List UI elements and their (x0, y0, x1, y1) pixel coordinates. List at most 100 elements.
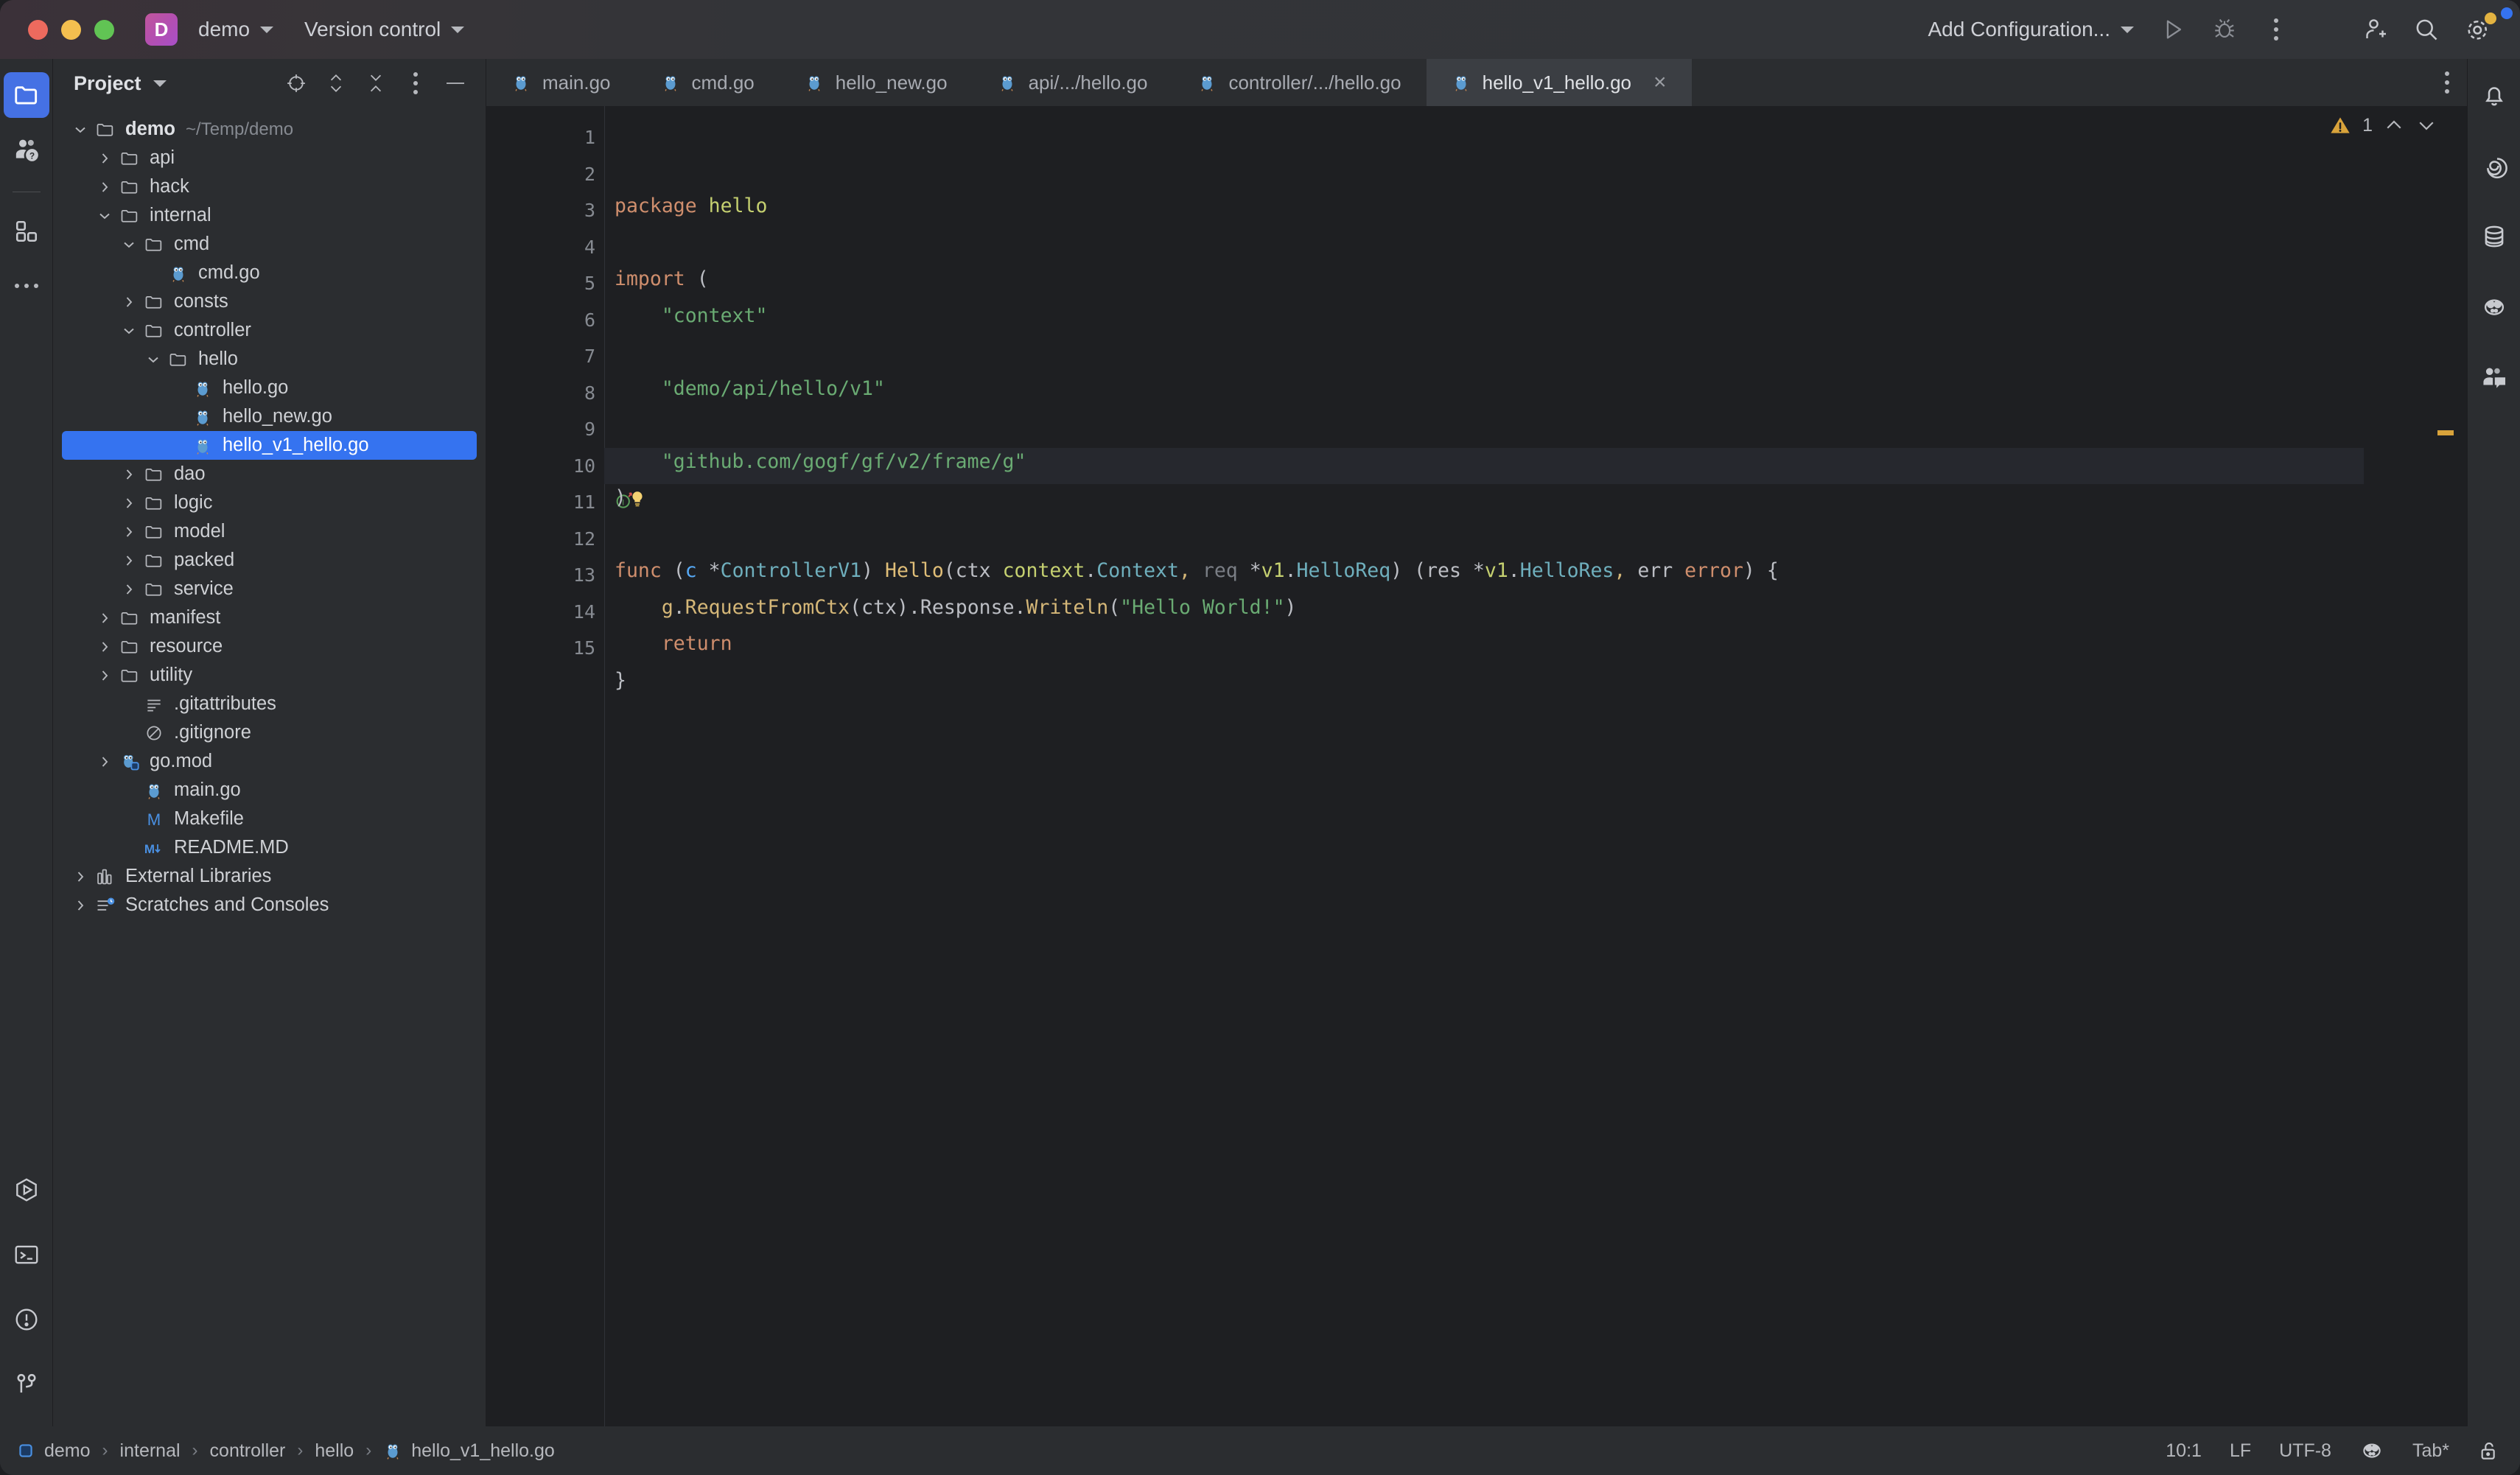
breadcrumb-item-internal[interactable]: internal (120, 1440, 181, 1462)
sidebar-item-more[interactable] (4, 263, 49, 309)
maximize-window-button[interactable] (94, 19, 114, 40)
tree-item-hello-new-go[interactable]: hello_new.go (53, 402, 486, 431)
window-controls[interactable] (28, 19, 114, 40)
breadcrumb[interactable]: demo › internal › controller › hello › hello_v1_… (16, 1440, 555, 1462)
tree-item-resource[interactable]: resource (53, 632, 486, 661)
chevron-right-icon[interactable] (68, 869, 93, 884)
code-line[interactable]: g.RequestFromCtx(ctx).Response.Writeln("… (604, 589, 2364, 626)
sidebar-item-run[interactable] (4, 1167, 49, 1213)
chevron-right-icon[interactable] (92, 640, 117, 654)
line-number[interactable]: 5 (486, 265, 604, 302)
tree-item-service[interactable]: service (53, 575, 486, 603)
code-content[interactable]: package hello import ( "context" "demo/a… (604, 106, 2364, 1426)
line-number[interactable]: 11 I (486, 484, 632, 521)
tree-item-hello-v1-hello-go[interactable]: hello_v1_hello.go (62, 431, 477, 460)
more-options-button[interactable] (2253, 7, 2299, 52)
sidebar-item-ai-assistant[interactable]: ? (4, 127, 49, 172)
breadcrumb-item-demo[interactable]: demo (16, 1440, 91, 1462)
run-button[interactable] (2150, 7, 2196, 52)
editor-tab-hello-new-go[interactable]: hello_new.go (780, 59, 973, 106)
select-opened-file-icon[interactable] (279, 66, 313, 100)
line-number[interactable]: 7 (486, 338, 604, 375)
chevron-right-icon[interactable] (92, 668, 117, 683)
line-number[interactable]: 15 (486, 630, 604, 667)
line-number[interactable]: 3 (486, 192, 604, 229)
breadcrumb-item-hello-v1-hello-go[interactable]: hello_v1_hello.go (383, 1440, 555, 1462)
editor-scroll-markers[interactable]: 1 (2331, 106, 2467, 1426)
chevron-down-icon[interactable] (68, 122, 93, 137)
tree-item-api[interactable]: api (53, 144, 486, 172)
code-line[interactable]: import ( (604, 261, 2364, 298)
chevron-right-icon[interactable] (92, 611, 117, 626)
chevron-right-icon[interactable] (116, 295, 141, 309)
breadcrumb-item-hello[interactable]: hello (315, 1440, 354, 1462)
line-number[interactable]: 10 (486, 448, 604, 485)
caret-position[interactable]: 10:1 (2166, 1440, 2202, 1462)
close-tab-icon[interactable]: × (1653, 71, 1667, 94)
code-line[interactable]: ) (604, 480, 2364, 516)
line-number[interactable]: 1 (486, 119, 604, 156)
tree-item-utility[interactable]: utility (53, 661, 486, 690)
code-line[interactable]: func (c *ControllerV1) Hello(ctx context… (604, 553, 2364, 589)
debug-button[interactable] (2202, 7, 2247, 52)
code-line[interactable] (604, 334, 2364, 371)
tree-item-model[interactable]: model (53, 517, 486, 546)
sidebar-item-terminal[interactable] (4, 1232, 49, 1278)
code-line[interactable] (604, 225, 2364, 262)
version-control-dropdown[interactable]: Version control (294, 12, 475, 47)
editor-tab-api-hello-go[interactable]: api/.../hello.go (973, 59, 1173, 106)
project-options-icon[interactable] (399, 66, 433, 100)
line-separator[interactable]: LF (2230, 1440, 2251, 1462)
chevron-right-icon[interactable] (116, 496, 141, 511)
tree-item-logic[interactable]: logic (53, 488, 486, 517)
settings-button[interactable] (2455, 7, 2501, 52)
sidebar-item-project[interactable] (3, 72, 49, 118)
gopher-icon[interactable] (2359, 1438, 2384, 1463)
tree-item-packed[interactable]: packed (53, 546, 486, 575)
chevron-down-icon[interactable] (116, 323, 141, 338)
tree-item--gitattributes[interactable]: .gitattributes (53, 690, 486, 718)
tree-item-demo[interactable]: demo ~/Temp/demo (53, 115, 486, 144)
chevron-right-icon[interactable] (116, 553, 141, 568)
minimize-window-button[interactable] (61, 19, 81, 40)
search-button[interactable] (2404, 7, 2449, 52)
notifications-button[interactable] (2471, 7, 2517, 118)
code-with-me-button[interactable] (2471, 355, 2517, 401)
line-number[interactable]: 8 (486, 375, 604, 412)
code-line[interactable]: return (604, 626, 2364, 662)
collapse-all-icon[interactable] (359, 66, 393, 100)
tree-item-hello-go[interactable]: hello.go (53, 374, 486, 402)
line-number[interactable]: 2 (486, 156, 604, 193)
chevron-right-icon[interactable] (92, 754, 117, 769)
line-number[interactable]: 9 (486, 411, 604, 448)
editor-tab-main-go[interactable]: main.go (486, 59, 636, 106)
line-number[interactable]: 6 (486, 302, 604, 339)
code-line[interactable] (604, 407, 2364, 444)
chevron-down-icon[interactable] (153, 80, 167, 87)
code-line[interactable]: "context" (604, 298, 2364, 334)
chevron-right-icon[interactable] (116, 582, 141, 597)
sidebar-item-version-control[interactable] (4, 1362, 49, 1407)
expand-collapse-icon[interactable] (319, 66, 353, 100)
database-button[interactable] (2471, 214, 2517, 259)
inspection-widget[interactable]: 1 (2328, 113, 2437, 137)
chevron-down-icon[interactable] (141, 352, 166, 367)
chevron-right-icon[interactable] (68, 898, 93, 913)
code-line[interactable] (604, 698, 2364, 735)
editor-tab-cmd-go[interactable]: cmd.go (636, 59, 780, 106)
tree-item-main-go[interactable]: main.go (53, 776, 486, 805)
unlocked-icon[interactable] (2477, 1439, 2501, 1462)
tree-item-manifest[interactable]: manifest (53, 603, 486, 632)
tree-item-consts[interactable]: consts (53, 287, 486, 316)
hide-panel-icon[interactable] (438, 66, 472, 100)
line-number[interactable]: 12 (486, 521, 604, 558)
tree-item-hack[interactable]: hack (53, 172, 486, 201)
line-number[interactable]: 13 (486, 557, 604, 594)
tree-item--gitignore[interactable]: .gitignore (53, 718, 486, 747)
line-number-gutter[interactable]: 1 2 3 4 5 6 7 8 9 10 11 I 12 13 14 15 (486, 106, 632, 1426)
tree-item-dao[interactable]: dao (53, 460, 486, 488)
tree-item-hello[interactable]: hello (53, 345, 486, 374)
chevron-right-icon[interactable] (92, 180, 117, 195)
project-name-dropdown[interactable]: demo (188, 12, 284, 47)
tree-item-go-mod[interactable]: go.mod (53, 747, 486, 776)
